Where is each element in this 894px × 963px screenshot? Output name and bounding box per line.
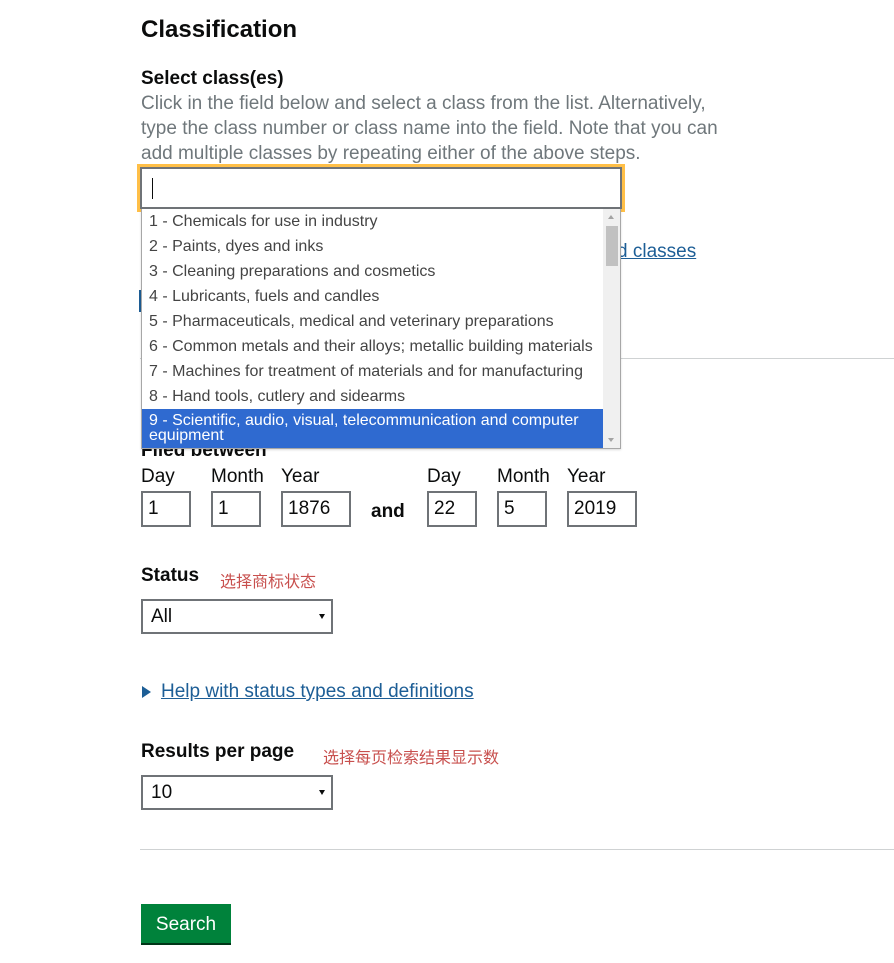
- scrollbar-thumb[interactable]: [606, 226, 618, 266]
- to-month-input[interactable]: 5: [497, 491, 547, 527]
- section-title: Classification: [141, 16, 298, 43]
- class-option[interactable]: 2 - Paints, dyes and inks: [142, 234, 604, 259]
- section-divider: [140, 849, 894, 850]
- to-day-label: Day: [427, 466, 461, 487]
- scroll-down-arrow-icon[interactable]: [608, 438, 614, 442]
- results-per-page-annotation: 选择每页检索结果显示数: [323, 750, 500, 767]
- from-month-input[interactable]: 1: [211, 491, 261, 527]
- from-day-label: Day: [141, 466, 175, 487]
- status-help-link[interactable]: Help with status types and definitions: [161, 681, 474, 703]
- dropdown-arrow-icon: [319, 790, 325, 795]
- class-option[interactable]: 8 - Hand tools, cutlery and sidearms: [142, 384, 604, 409]
- and-label: and: [371, 501, 405, 522]
- class-option-highlighted[interactable]: 9 - Scientific, audio, visual, telecommu…: [142, 409, 604, 448]
- class-option[interactable]: 1 - Chemicals for use in industry: [142, 209, 604, 234]
- from-day-input[interactable]: 1: [141, 491, 191, 527]
- results-per-page-select[interactable]: 10: [141, 775, 333, 810]
- dropdown-arrow-icon: [319, 614, 325, 619]
- select-classes-hint: Click in the field below and select a cl…: [141, 93, 718, 164]
- to-month-label: Month: [497, 466, 550, 487]
- class-option[interactable]: 4 - Lubricants, fuels and candles: [142, 284, 604, 309]
- from-month-label: Month: [211, 466, 264, 487]
- search-button[interactable]: Search: [141, 904, 231, 943]
- from-year-input[interactable]: 1876: [281, 491, 351, 527]
- disclosure-triangle-icon[interactable]: [142, 686, 151, 698]
- status-select[interactable]: All: [141, 599, 333, 634]
- class-dropdown-list[interactable]: 1 - Chemicals for use in industry 2 - Pa…: [141, 209, 621, 449]
- results-per-page-selected-value: 10: [151, 782, 173, 803]
- class-search-input[interactable]: [137, 164, 625, 212]
- partial-classes-link[interactable]: d classes: [617, 241, 696, 263]
- class-option[interactable]: 6 - Common metals and their alloys; meta…: [142, 334, 604, 359]
- to-year-input[interactable]: 2019: [567, 491, 637, 527]
- text-cursor: [152, 178, 153, 199]
- to-day-input[interactable]: 22: [427, 491, 477, 527]
- from-year-label: Year: [281, 466, 320, 487]
- scroll-up-arrow-icon[interactable]: [608, 215, 614, 219]
- results-per-page-label: Results per page: [141, 741, 295, 762]
- select-classes-label: Select class(es): [141, 68, 284, 89]
- status-label: Status: [141, 565, 200, 586]
- to-year-label: Year: [567, 466, 606, 487]
- class-option[interactable]: 7 - Machines for treatment of materials …: [142, 359, 604, 384]
- status-selected-value: All: [151, 606, 173, 627]
- status-annotation: 选择商标状态: [220, 574, 317, 591]
- class-option[interactable]: 3 - Cleaning preparations and cosmetics: [142, 259, 604, 284]
- class-option[interactable]: 5 - Pharmaceuticals, medical and veterin…: [142, 309, 604, 334]
- dropdown-scrollbar[interactable]: [603, 209, 620, 448]
